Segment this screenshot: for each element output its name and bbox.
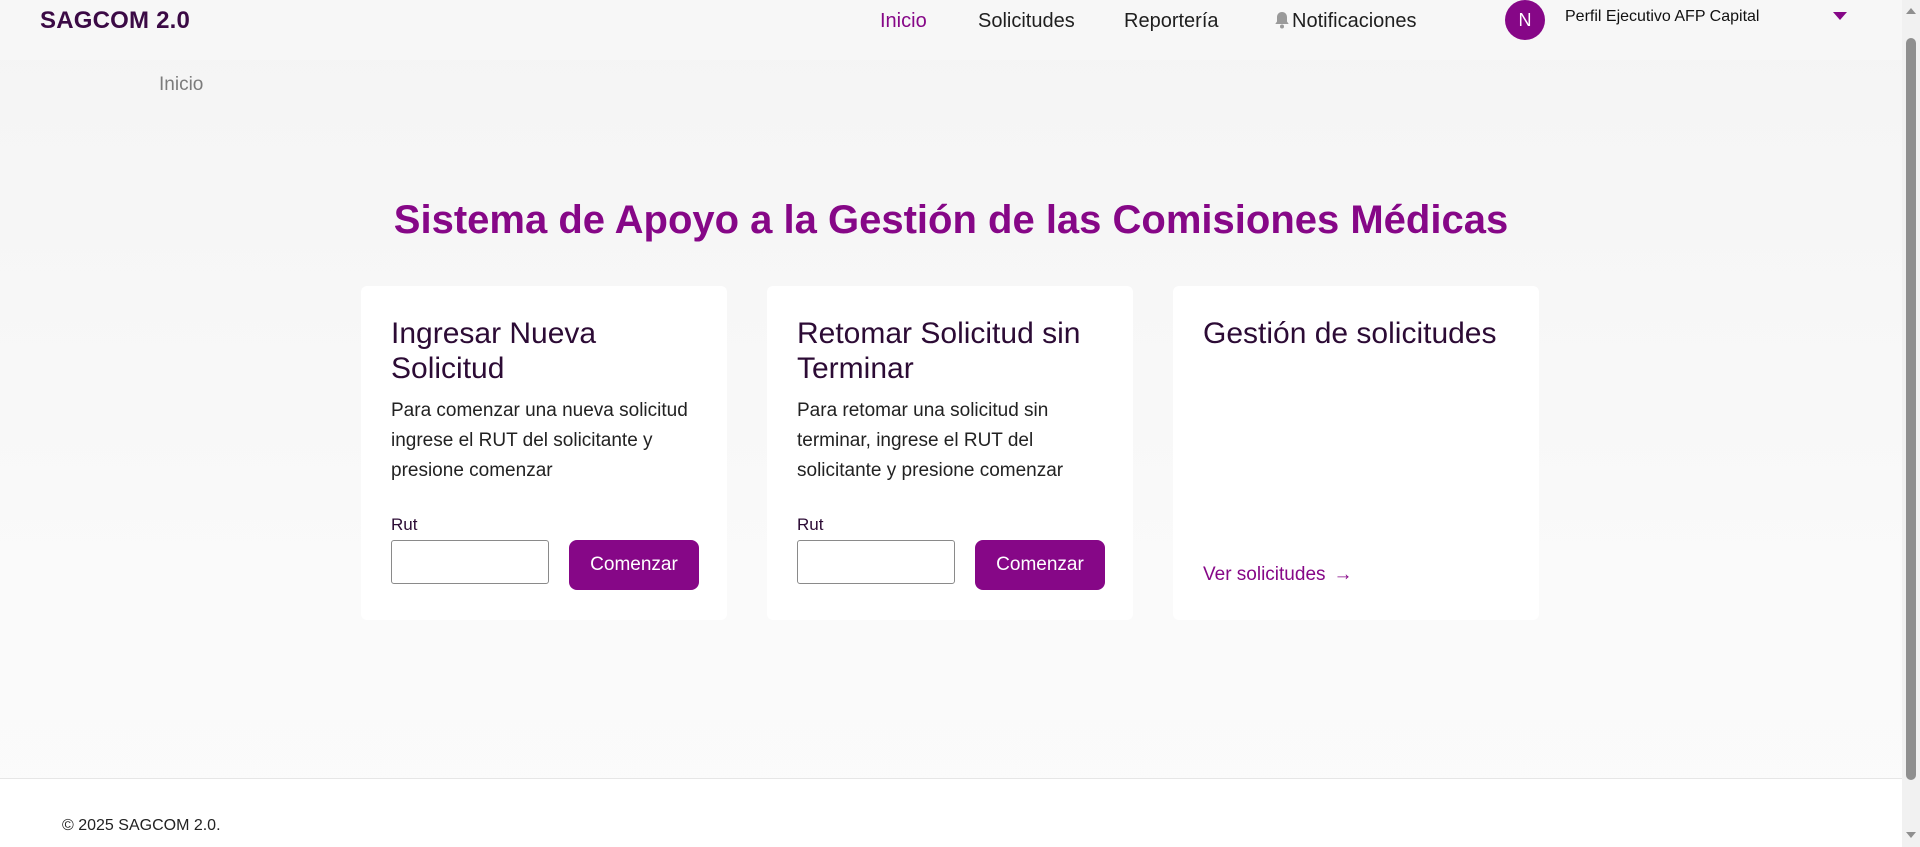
card-description: Para retomar una solicitud sin terminar,… bbox=[797, 400, 1064, 481]
card-description: Para comenzar una nueva solicitud ingres… bbox=[391, 400, 688, 481]
scroll-down-arrow-icon[interactable] bbox=[1906, 832, 1916, 838]
vertical-scrollbar[interactable] bbox=[1902, 0, 1920, 847]
caret-down-icon[interactable] bbox=[1833, 12, 1847, 20]
scroll-up-arrow-icon[interactable] bbox=[1906, 8, 1916, 14]
card-gestion-solicitudes: Gestión de solicitudes Ver solicitudes → bbox=[1173, 286, 1539, 620]
profile-name[interactable]: Perfil Ejecutivo AFP Capital bbox=[1565, 8, 1759, 26]
rut-label: Rut bbox=[797, 515, 824, 534]
arrow-right-icon: → bbox=[1333, 564, 1353, 585]
card-title: Gestión de solicitudes bbox=[1203, 317, 1497, 350]
avatar[interactable]: N bbox=[1505, 0, 1545, 40]
nav-reporteria[interactable]: Reportería bbox=[1124, 10, 1219, 33]
top-navbar: SAGCOM 2.0 Inicio Solicitudes Reportería… bbox=[0, 0, 1902, 60]
ver-solicitudes-label: Ver solicitudes bbox=[1203, 564, 1326, 585]
rut-input-retomar[interactable] bbox=[797, 540, 955, 584]
card-retomar-solicitud: Retomar Solicitud sin Terminar Para reto… bbox=[767, 286, 1133, 620]
nav-notificaciones[interactable]: Notificaciones bbox=[1274, 10, 1417, 35]
copyright-text: © 2025 SAGCOM 2.0. bbox=[62, 817, 221, 834]
card-nueva-solicitud: Ingresar Nueva Solicitud Para comenzar u… bbox=[361, 286, 727, 620]
nav-notificaciones-label: Notificaciones bbox=[1292, 10, 1417, 32]
rut-label: Rut bbox=[391, 515, 418, 534]
rut-input-nueva[interactable] bbox=[391, 540, 549, 584]
scroll-thumb[interactable] bbox=[1906, 38, 1916, 780]
ver-solicitudes-link[interactable]: Ver solicitudes → bbox=[1203, 564, 1353, 586]
nav-inicio[interactable]: Inicio bbox=[880, 10, 927, 33]
card-title: Ingresar Nueva Solicitud bbox=[391, 317, 597, 385]
brand-logo[interactable]: SAGCOM 2.0 bbox=[40, 7, 190, 35]
page-title: Sistema de Apoyo a la Gestión de las Com… bbox=[393, 198, 1509, 242]
footer: © 2025 SAGCOM 2.0. bbox=[0, 779, 1902, 847]
card-title: Retomar Solicitud sin Terminar bbox=[797, 317, 1081, 385]
bell-icon bbox=[1274, 11, 1290, 35]
comenzar-button-retomar[interactable]: Comenzar bbox=[975, 540, 1105, 590]
nav-solicitudes[interactable]: Solicitudes bbox=[978, 10, 1075, 33]
breadcrumb: Inicio bbox=[159, 74, 204, 95]
page: SAGCOM 2.0 Inicio Solicitudes Reportería… bbox=[0, 0, 1902, 847]
comenzar-button-nueva[interactable]: Comenzar bbox=[569, 540, 699, 590]
